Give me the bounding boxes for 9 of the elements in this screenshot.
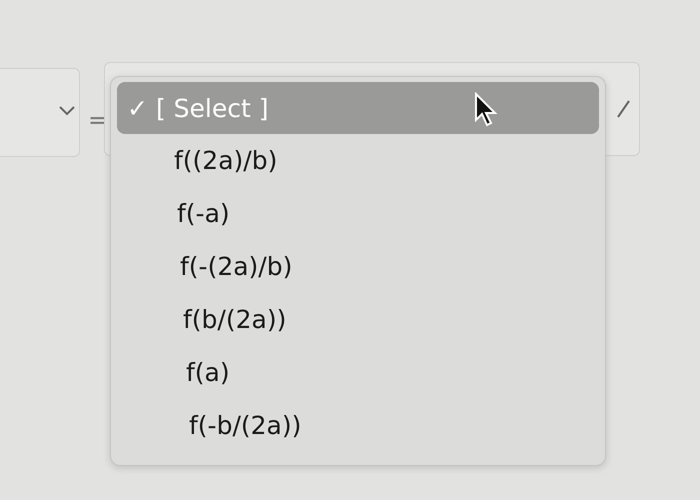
menu-item[interactable]: f(-b/(2a)): [135, 399, 599, 452]
menu-item[interactable]: f(-a): [123, 187, 599, 240]
menu-item[interactable]: f(b/(2a)): [129, 293, 599, 346]
menu-item[interactable]: f(-(2a)/b): [126, 240, 599, 293]
dropdown-field[interactable]: [0, 68, 80, 157]
check-mark: ✓: [127, 94, 148, 123]
menu-item[interactable]: f(a): [132, 346, 599, 399]
mouse-pointer-icon: [474, 92, 500, 128]
menu-item[interactable]: f((2a)/b): [120, 134, 599, 187]
